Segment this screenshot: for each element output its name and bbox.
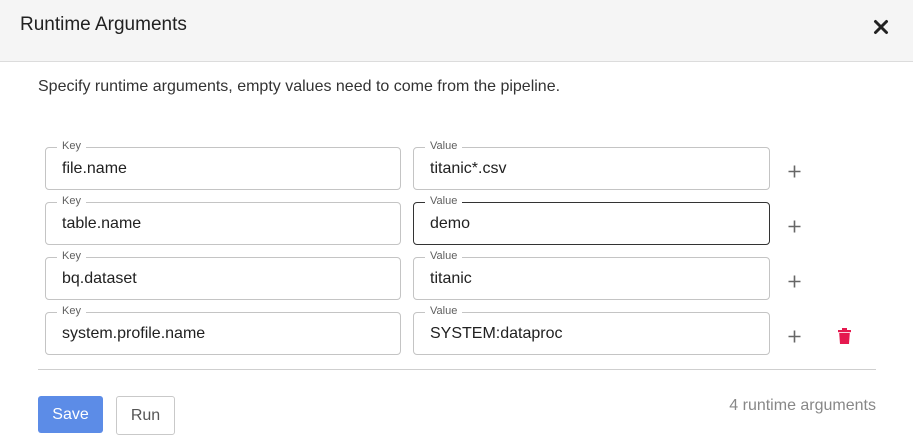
run-button[interactable]: Run: [116, 396, 175, 435]
delete-row-button[interactable]: [835, 326, 853, 346]
value-field-1[interactable]: Value titanic*.csv: [413, 139, 770, 190]
value-field-3[interactable]: Value titanic: [413, 249, 770, 300]
key-field-1[interactable]: Key file.name: [45, 139, 401, 190]
add-row-button[interactable]: [783, 215, 805, 237]
add-row-button[interactable]: [783, 270, 805, 292]
trash-icon[interactable]: [837, 328, 851, 344]
add-row-button[interactable]: [783, 325, 805, 347]
add-row-button[interactable]: [783, 160, 805, 182]
key-field-value[interactable]: bq.dataset: [62, 258, 137, 299]
plus-icon[interactable]: [788, 275, 801, 288]
plus-icon[interactable]: [788, 220, 801, 233]
key-field-value[interactable]: file.name: [62, 148, 127, 189]
value-field-value[interactable]: SYSTEM:dataproc: [430, 313, 563, 354]
key-field-value[interactable]: table.name: [62, 203, 141, 244]
value-field-value[interactable]: titanic: [430, 258, 472, 299]
key-field-value[interactable]: system.profile.name: [62, 313, 205, 354]
plus-icon[interactable]: [788, 165, 801, 178]
key-field-4[interactable]: Key system.profile.name: [45, 304, 401, 355]
value-field-value[interactable]: titanic*.csv: [430, 148, 506, 189]
save-button[interactable]: Save: [38, 396, 103, 433]
runtime-arguments-count: 4 runtime arguments: [729, 397, 876, 414]
value-field-4[interactable]: Value SYSTEM:dataproc: [413, 304, 770, 355]
close-button[interactable]: [869, 15, 893, 39]
dialog-title: Runtime Arguments: [20, 14, 187, 35]
plus-icon[interactable]: [788, 330, 801, 343]
dialog-header: Runtime Arguments: [0, 0, 913, 62]
value-field-value[interactable]: demo: [430, 203, 470, 244]
close-icon[interactable]: [873, 19, 889, 35]
key-field-2[interactable]: Key table.name: [45, 194, 401, 245]
value-field-2[interactable]: Value demo: [413, 194, 770, 245]
footer-divider: [38, 369, 876, 370]
dialog-description: Specify runtime arguments, empty values …: [38, 78, 561, 95]
key-field-3[interactable]: Key bq.dataset: [45, 249, 401, 300]
